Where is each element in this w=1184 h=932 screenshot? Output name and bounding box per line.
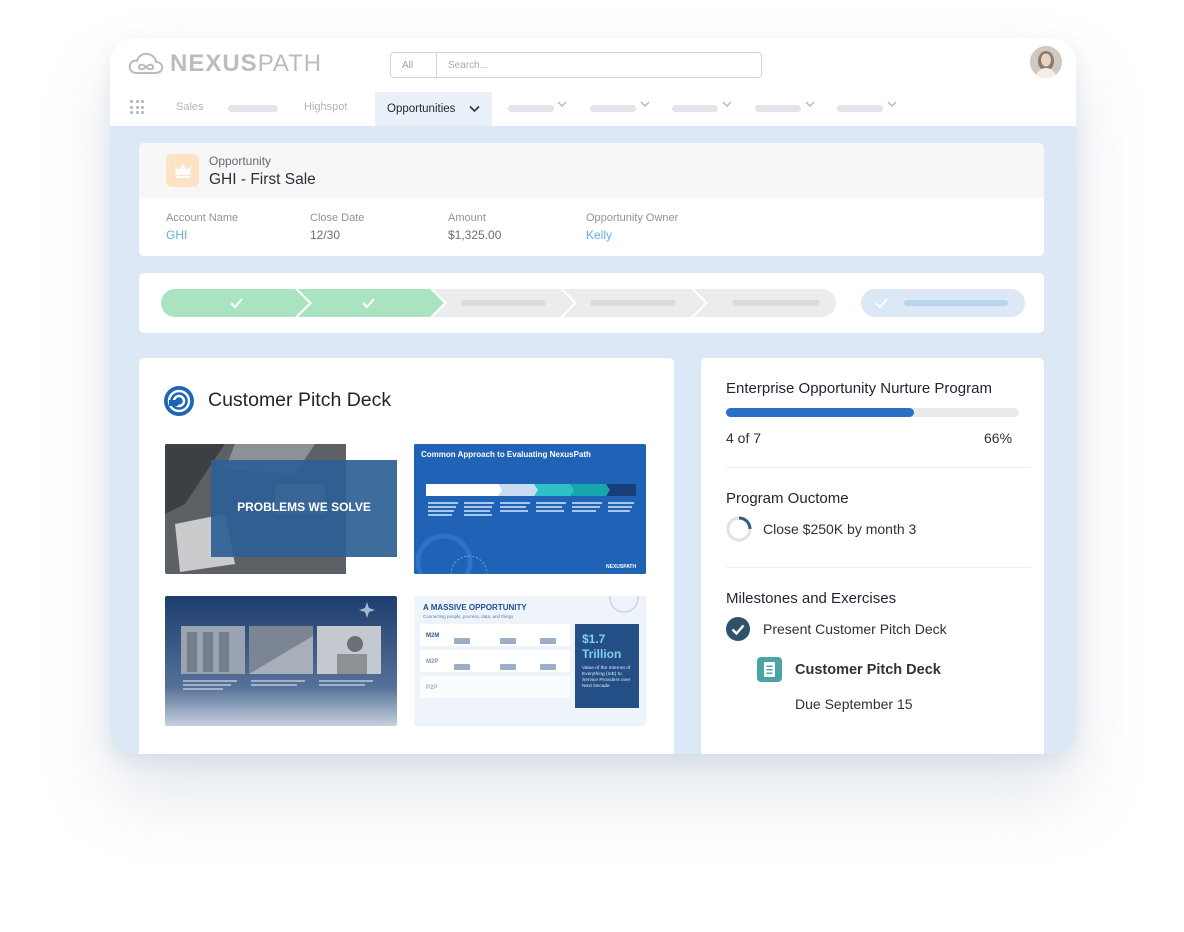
- program-title: Enterprise Opportunity Nurture Program: [726, 380, 992, 397]
- progress-ring-icon: [726, 516, 752, 542]
- nurture-program-card: Enterprise Opportunity Nurture Program 4…: [701, 358, 1044, 754]
- slide-stat-caption: Value of the Internet of Everything (IoE…: [582, 666, 631, 689]
- search-input[interactable]: [448, 59, 728, 71]
- path-step-5[interactable]: [694, 289, 836, 317]
- document-icon: [757, 657, 782, 682]
- app-window: NEXUSPATH All Sales Highspot Opportuniti…: [110, 38, 1076, 754]
- chevron-down-icon[interactable]: [557, 100, 567, 108]
- path-step-4[interactable]: [563, 289, 705, 317]
- slide-footer: NEXUSPATH: [606, 564, 637, 570]
- field-account-name: Account Name GHI: [166, 212, 238, 242]
- nav-item-highspot[interactable]: Highspot: [304, 101, 347, 113]
- program-progress-bar: [726, 408, 1019, 417]
- nav-item-placeholder[interactable]: [228, 105, 278, 112]
- highspot-logo-icon: [164, 386, 194, 416]
- slide-title: A MASSIVE OPPORTUNITY: [423, 603, 527, 612]
- nav-item-placeholder[interactable]: [837, 105, 883, 112]
- tab-opportunities[interactable]: Opportunities: [375, 92, 492, 126]
- field-value: $1,325.00: [448, 228, 502, 242]
- app-launcher-icon[interactable]: [130, 100, 144, 114]
- mark-status-complete-button[interactable]: [861, 289, 1025, 317]
- chevron-down-icon: [469, 105, 480, 113]
- record-type-label: Opportunity: [209, 154, 272, 168]
- deck-title: Customer Pitch Deck: [208, 389, 392, 411]
- divider: [726, 567, 1031, 568]
- nav-item-placeholder[interactable]: [755, 105, 801, 112]
- owner-link[interactable]: Kelly: [586, 228, 678, 242]
- account-link[interactable]: GHI: [166, 228, 238, 242]
- nav-item-placeholder[interactable]: [672, 105, 718, 112]
- field-label: Account Name: [166, 212, 239, 224]
- outcome-item: Close $250K by month 3: [726, 516, 916, 542]
- field-close-date: Close Date 12/30: [310, 212, 364, 242]
- chevron-down-icon[interactable]: [722, 100, 732, 108]
- field-label: Opportunity Owner: [586, 212, 679, 224]
- progress-fill: [726, 408, 914, 417]
- record-header-top: Opportunity GHI - First Sale: [139, 143, 1044, 198]
- slide-title: PROBLEMS WE SOLVE: [237, 500, 371, 514]
- field-label: Amount: [448, 212, 486, 224]
- user-avatar[interactable]: [1030, 46, 1062, 78]
- logo-wordmark: NEXUSPATH: [170, 50, 323, 77]
- slide-row-label: M2P: [426, 659, 439, 665]
- slide-row-label: P2P: [426, 685, 438, 691]
- slide-title: Common Approach to Evaluating NexusPath: [421, 450, 591, 459]
- slide-thumbnail-4[interactable]: A MASSIVE OPPORTUNITY Connecting people,…: [414, 596, 646, 726]
- tab-label: Opportunities: [387, 103, 456, 115]
- outcome-heading: Program Ouctome: [726, 490, 849, 507]
- chevron-down-icon[interactable]: [640, 100, 650, 108]
- record-title: GHI - First Sale: [209, 171, 316, 188]
- app-logo[interactable]: NEXUSPATH: [128, 50, 322, 78]
- slide-image: [165, 596, 397, 726]
- pitch-deck-card: Customer Pitch Deck PROBLEMS WE SOLVE Co…: [139, 358, 674, 754]
- user-photo: [1030, 46, 1062, 78]
- chevron-down-icon[interactable]: [805, 100, 815, 108]
- path-step-2-complete[interactable]: [298, 289, 444, 317]
- milestones-heading: Milestones and Exercises: [726, 590, 897, 607]
- slide-stat-value: $1.7 Trillion: [582, 632, 622, 661]
- path-step-1-complete[interactable]: [161, 289, 309, 317]
- milestone-item[interactable]: Present Customer Pitch Deck: [726, 617, 947, 641]
- progress-count: 4 of 7: [726, 430, 762, 446]
- field-opportunity-owner: Opportunity Owner Kelly: [586, 212, 678, 242]
- top-bar: NEXUSPATH All: [110, 38, 1076, 90]
- sales-path: [139, 273, 1044, 333]
- search-scope-select[interactable]: All: [391, 53, 437, 77]
- slide-thumbnail-3[interactable]: [165, 596, 397, 726]
- outcome-text: Close $250K by month 3: [763, 521, 917, 537]
- path-step-3[interactable]: [433, 289, 574, 317]
- field-label: Close Date: [310, 212, 365, 224]
- slide-image: [414, 444, 646, 574]
- slide-subtitle: Connecting people, process, data, and th…: [423, 614, 514, 619]
- task-due-date: Due September 15: [795, 696, 913, 712]
- record-header: Opportunity GHI - First Sale Account Nam…: [139, 143, 1044, 256]
- field-value: 12/30: [310, 228, 341, 242]
- progress-percent: 66%: [984, 430, 1013, 446]
- milestone-label: Present Customer Pitch Deck: [763, 621, 947, 637]
- field-amount: Amount $1,325.00: [448, 212, 501, 242]
- slide-thumbnail-1[interactable]: PROBLEMS WE SOLVE: [165, 444, 397, 574]
- slide-thumbnail-2[interactable]: Common Approach to Evaluating NexusPath …: [414, 444, 646, 574]
- chevron-down-icon[interactable]: [887, 100, 897, 108]
- task-item[interactable]: Customer Pitch Deck: [757, 657, 941, 682]
- nav-item-sales[interactable]: Sales: [176, 101, 204, 113]
- crown-icon: [166, 154, 199, 187]
- nav-item-placeholder[interactable]: [508, 105, 554, 112]
- cloud-infinity-icon: [128, 52, 164, 74]
- global-search: All: [390, 52, 762, 78]
- divider: [726, 467, 1031, 468]
- slide-row-label: M2M: [426, 633, 440, 639]
- nav-item-placeholder[interactable]: [590, 105, 636, 112]
- task-title: Customer Pitch Deck: [795, 661, 941, 678]
- check-circle-icon: [726, 617, 750, 641]
